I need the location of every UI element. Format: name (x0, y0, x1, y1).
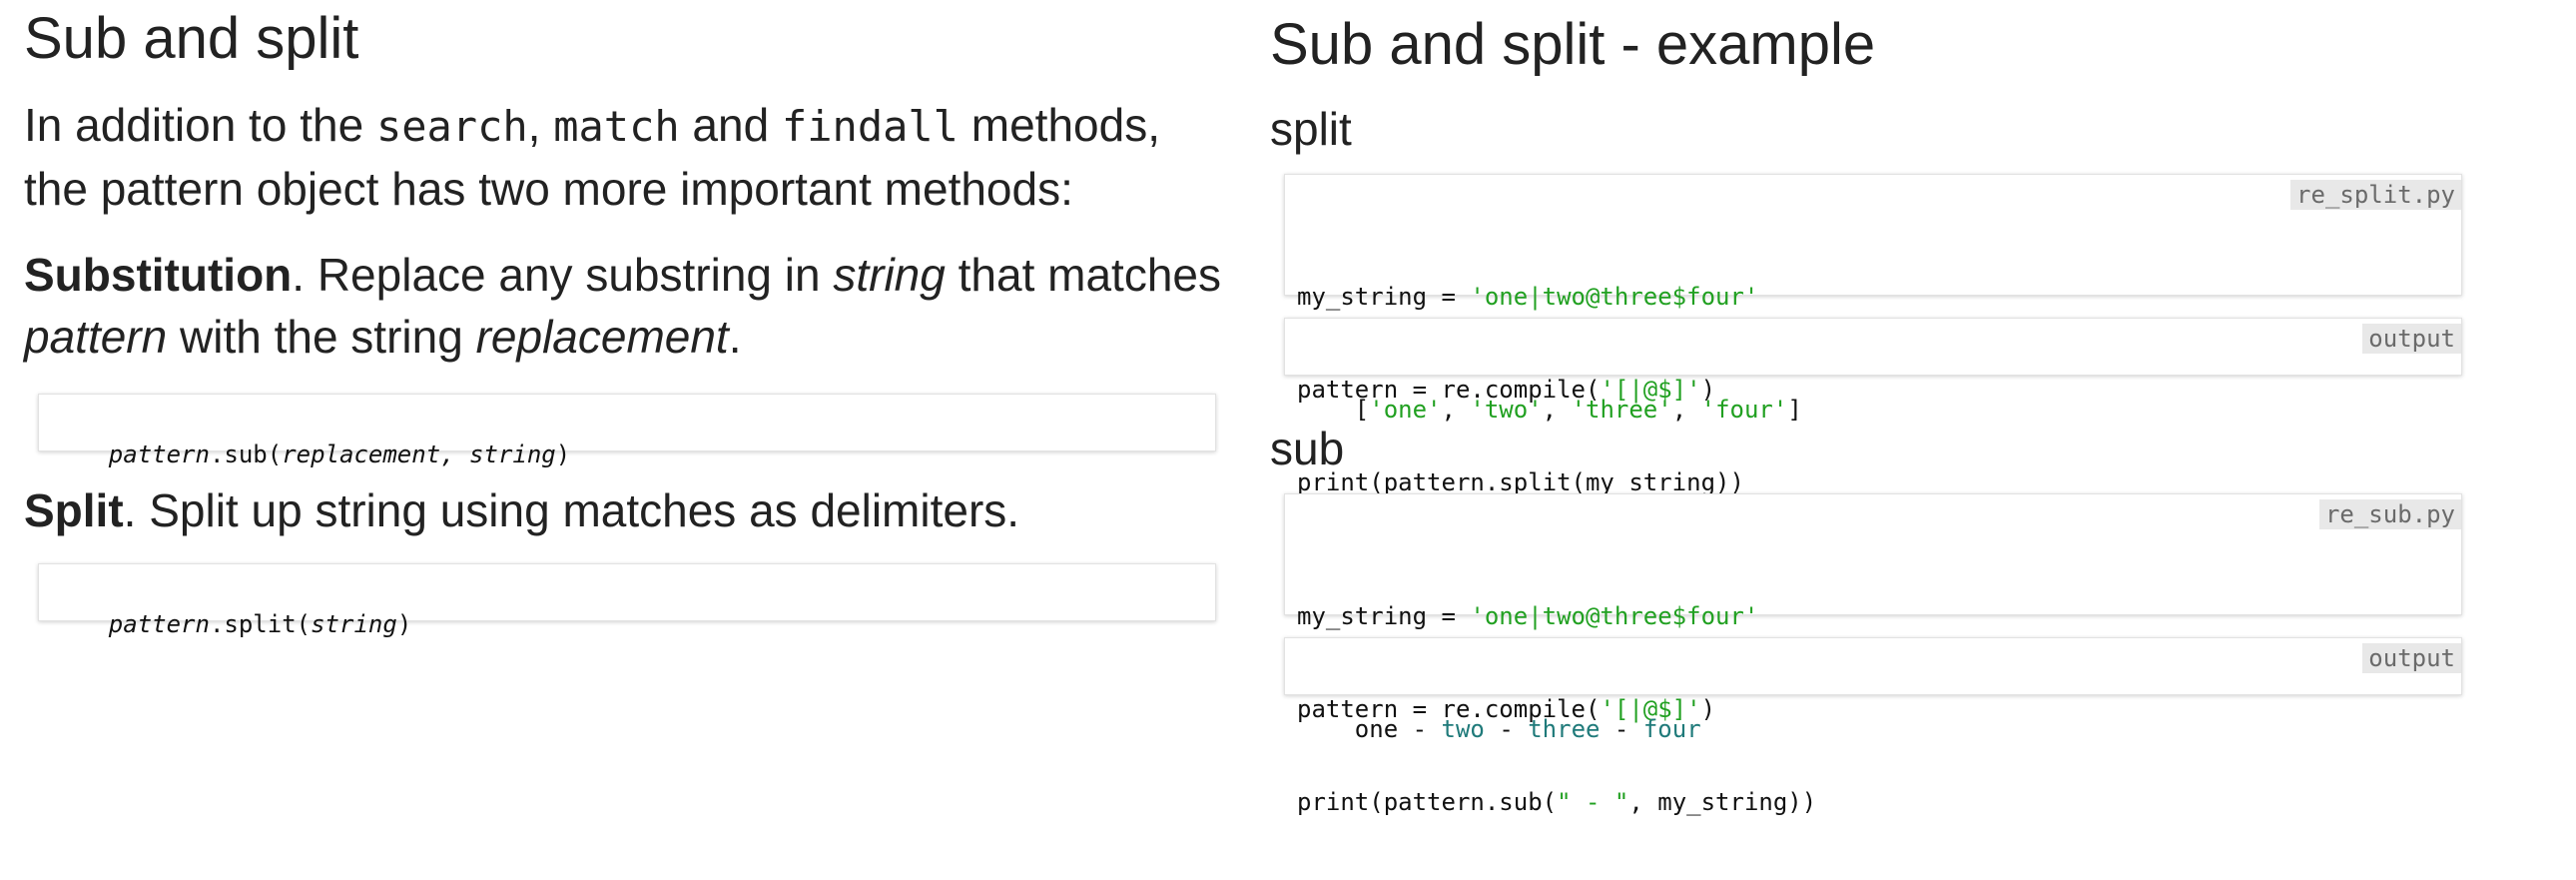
split-output-box: output ['one', 'two', 'three', 'four'] (1284, 318, 2462, 424)
file-label: re_sub.py (2318, 499, 2461, 529)
code-text: my_string = (1297, 283, 1471, 311)
output-string: 'two' (1470, 396, 1543, 424)
output-text: , (1441, 396, 1471, 424)
output-text: , (1671, 396, 1701, 424)
code-text: ) (1700, 695, 1716, 723)
code-line: my_string = 'one|two@three$four' (1297, 601, 2449, 632)
substitution-text-3: with the string (167, 311, 476, 363)
substitution-text-2: that matches (945, 249, 1221, 301)
sig-args: replacement, string (282, 440, 556, 468)
output-word: two (1441, 715, 1485, 743)
substitution-text-1: . Replace any substring in (292, 249, 834, 301)
substitution-paragraph: Substitution. Replace any substring in s… (24, 244, 1222, 368)
output-text: [ (1354, 396, 1370, 424)
sub-output-box: output one - two - three - four (1284, 637, 2462, 743)
code-line: print(pattern.sub(" - ", my_string)) (1297, 787, 2449, 818)
output-string: 'four' (1700, 396, 1788, 424)
sig-close: ) (555, 440, 571, 468)
output-delimiter: - (1484, 715, 1529, 743)
slide-title: Sub and split (24, 6, 359, 71)
sig-args: string (311, 610, 397, 638)
sig-obj: pattern (108, 610, 210, 638)
inline-code-search: search (375, 102, 528, 151)
sub-code-box: re_sub.py my_string = 'one|two@three$fou… (1284, 493, 2462, 816)
output-delimiter: - (1600, 715, 1643, 743)
split-signature-box: pattern.split(string) (38, 563, 1216, 638)
string-literal: 'one|two@three$four' (1470, 283, 1759, 311)
sub-signature-box: pattern.sub(replacement, string) (38, 394, 1216, 468)
output-label: output (2362, 324, 2461, 354)
left-slide: Sub and split In addition to the search,… (24, 0, 1222, 639)
output-text: ] (1787, 396, 1802, 424)
substitution-term: Substitution (24, 249, 293, 301)
intro-text-1: In addition to the (24, 99, 376, 151)
substitution-italic-string: string (833, 249, 946, 301)
output-word: three (1528, 715, 1601, 743)
right-slide: Sub and split - example split re_split.p… (1270, 0, 2468, 816)
output-word: one (1354, 715, 1399, 743)
substitution-italic-pattern: pattern (24, 311, 168, 363)
output-text: , (1542, 396, 1572, 424)
split-paragraph: Split. Split up string using matches as … (24, 479, 1222, 541)
intro-text-2: , (527, 99, 554, 151)
string-literal: " - " (1557, 788, 1629, 816)
split-text: . Split up string using matches as delim… (123, 484, 1020, 536)
split-heading: split (1270, 103, 1352, 155)
example-title: Sub and split - example (1270, 12, 1876, 77)
intro-text-3: and (679, 99, 782, 151)
code-text: , my_string)) (1628, 788, 1817, 816)
substitution-text-4: . (728, 311, 742, 363)
sig-obj: pattern (108, 440, 210, 468)
inline-code-findall: findall (781, 102, 959, 151)
code-text: print(pattern.sub( (1297, 788, 1558, 816)
sig-method: .split( (209, 610, 312, 638)
string-literal: 'one|two@three$four' (1470, 602, 1759, 630)
code-line: my_string = 'one|two@three$four' (1297, 282, 2449, 313)
output-label: output (2362, 643, 2461, 673)
inline-code-match: match (553, 102, 680, 151)
sig-method: .sub( (209, 440, 283, 468)
substitution-italic-replacement: replacement (475, 311, 729, 363)
output-delimiter: - (1398, 715, 1442, 743)
output-word: four (1642, 715, 1701, 743)
output-string: 'three' (1571, 396, 1672, 424)
sig-close: ) (396, 610, 412, 638)
intro-paragraph: In addition to the search, match and fin… (24, 94, 1222, 220)
code-text: my_string = (1297, 602, 1471, 630)
split-code-box: re_split.py my_string = 'one|two@three$f… (1284, 174, 2462, 496)
file-label: re_split.py (2290, 180, 2461, 210)
output-string: 'one' (1369, 396, 1442, 424)
